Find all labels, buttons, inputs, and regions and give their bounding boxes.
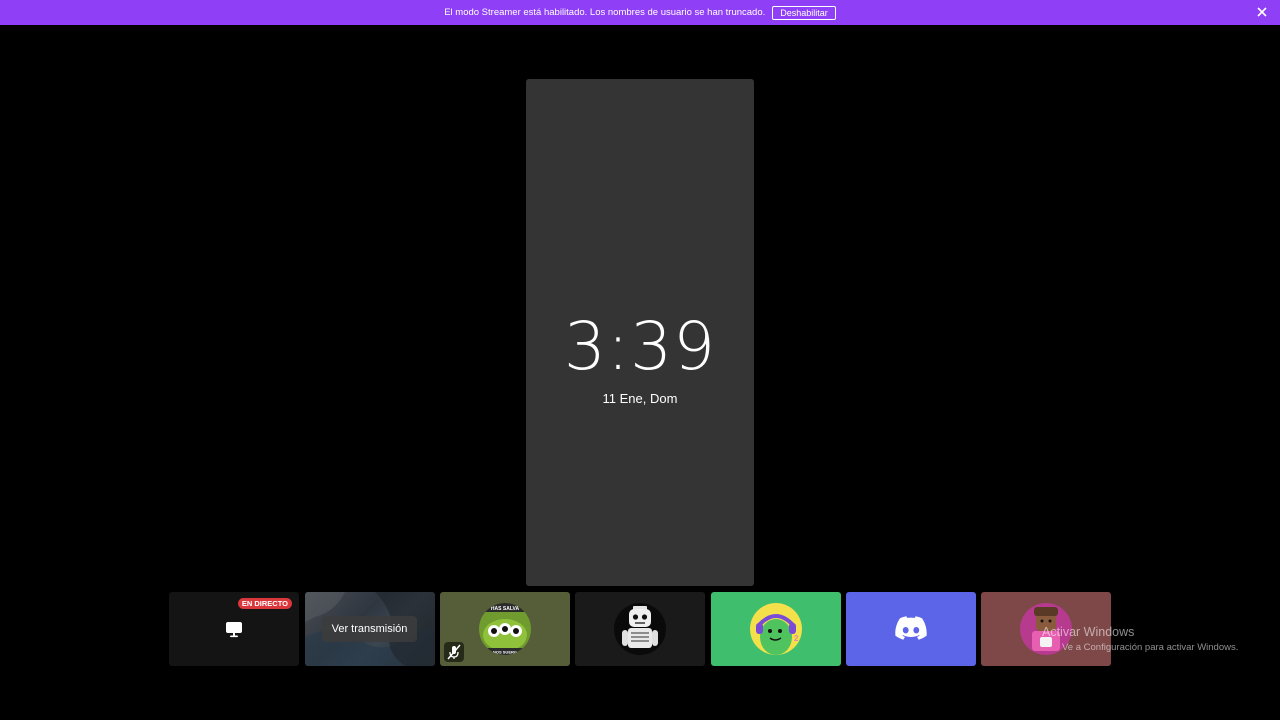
avatar-caption-bottom: NOS SUERG [493, 650, 517, 655]
avatar-caption-top: HAS SALVA [491, 606, 520, 612]
microphone-off-icon [444, 642, 464, 662]
participant-tile-green-character-avatar[interactable]: 2 [711, 592, 841, 666]
participant-tile-skeleton-avatar[interactable] [575, 592, 705, 666]
avatar [614, 603, 666, 655]
discord-logo-icon [895, 616, 927, 640]
disable-streamer-mode-button[interactable]: Deshabilitar [772, 5, 836, 20]
banner-message: El modo Streamer está habilitado. Los no… [444, 7, 766, 18]
live-badge: EN DIRECTO [237, 598, 292, 609]
lockscreen-clock: 3:39 [563, 308, 717, 385]
windows-activation-subtitle: Ve a Configuración para activar Windows. [1062, 642, 1239, 653]
avatar: HAS SALVA NOS SUERG [479, 603, 531, 655]
watch-stream-button[interactable]: Ver transmisión [322, 616, 417, 642]
streamer-mode-banner: El modo Streamer está habilitado. Los no… [0, 0, 1280, 25]
participant-tile-stream-preview[interactable]: Ver transmisión [305, 592, 435, 666]
participant-tile-discord-default[interactable] [846, 592, 976, 666]
monitor-icon [226, 622, 242, 638]
windows-activation-watermark: Activar Windows [1042, 625, 1135, 639]
lockscreen-date: 11 Ene, Dom [602, 391, 678, 406]
participant-tile-live-stream[interactable]: EN DIRECTO [169, 592, 299, 666]
svg-text:2: 2 [794, 634, 799, 643]
close-icon[interactable] [1256, 6, 1268, 18]
participant-tile-alien-avatar[interactable]: HAS SALVA NOS SUERG [440, 592, 570, 666]
avatar: 2 [750, 603, 802, 655]
stream-video[interactable]: 3:39 11 Ene, Dom [526, 79, 754, 586]
